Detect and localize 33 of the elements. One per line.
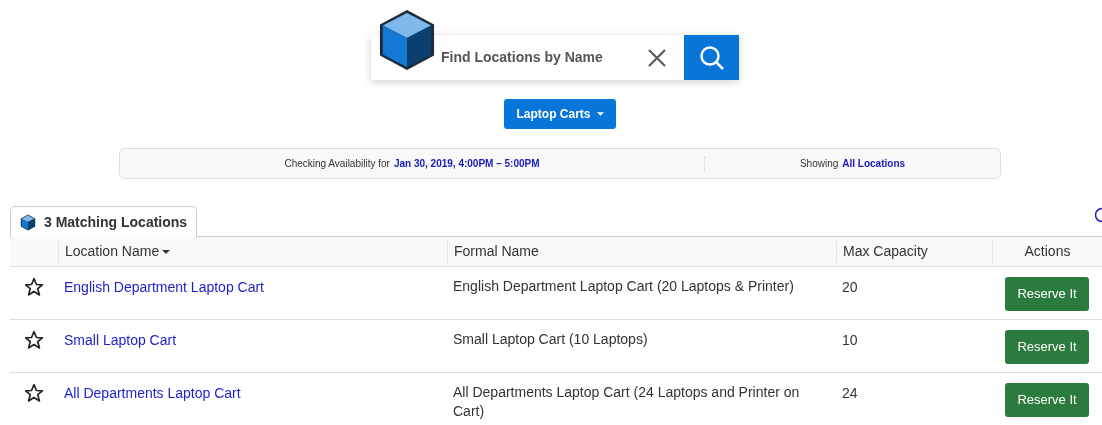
column-header[interactable]: Formal Name — [454, 240, 539, 263]
search-icon — [698, 44, 725, 71]
locations-filter-link[interactable]: All Locations — [842, 156, 906, 171]
table-cell: 20 — [842, 279, 858, 295]
tab-label: 3 Matching Locations — [44, 212, 188, 232]
sort-caret-icon[interactable] — [162, 249, 171, 254]
reserve-button[interactable]: Reserve It — [1005, 330, 1089, 364]
availability-label: Checking Availability for — [284, 157, 390, 171]
star-icon[interactable] — [24, 277, 44, 297]
table-cell: 24 — [842, 385, 858, 401]
star-icon[interactable] — [24, 330, 44, 350]
date-time-link[interactable]: Jan 30, 2019, 4:00PM – 5:00PM — [393, 156, 540, 171]
showing-label: Showing — [799, 157, 839, 171]
column-header[interactable]: Location Name — [65, 240, 171, 263]
reserve-button[interactable]: Reserve It — [1005, 277, 1089, 311]
column-header[interactable]: Actions — [1024, 240, 1071, 263]
location-link[interactable]: Small Laptop Cart — [64, 332, 177, 348]
caret-icon — [596, 112, 604, 116]
table-cell-text: All Departments Laptop Cart (24 Laptops and Printer on Cart) — [453, 383, 801, 421]
cube-icon — [20, 213, 36, 231]
search-button[interactable] — [684, 35, 739, 80]
results-tab[interactable]: 3 Matching Locations — [10, 206, 197, 237]
close-icon — [647, 48, 666, 67]
column-header[interactable]: Max Capacity — [843, 240, 928, 263]
category-dropdown-button[interactable]: Laptop Carts — [504, 99, 616, 129]
star-icon[interactable] — [24, 383, 44, 403]
reserve-button[interactable]: Reserve It — [1005, 383, 1089, 417]
location-link[interactable]: All Departments Laptop Cart — [64, 385, 241, 401]
location-link[interactable]: English Department Laptop Cart — [64, 279, 264, 295]
table-cell-text: Small Laptop Cart (10 Laptops) — [453, 330, 649, 349]
search-field[interactable]: Find Locations by Name — [371, 35, 629, 80]
table-cell: 10 — [842, 332, 858, 348]
table-cell-text: English Department Laptop Cart (20 Laptops & Printer) — [453, 277, 795, 296]
